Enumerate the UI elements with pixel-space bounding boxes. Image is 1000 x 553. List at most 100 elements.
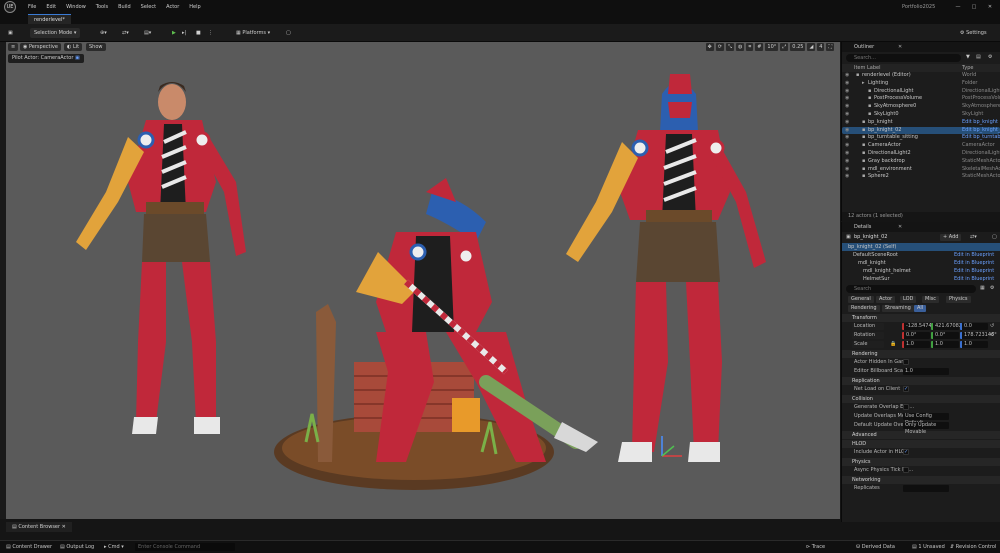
menu-build[interactable]: Build <box>118 0 131 14</box>
add-component-button[interactable]: + Add <box>940 234 962 241</box>
visibility-eye-icon[interactable]: ◉ <box>845 134 849 142</box>
step-icon[interactable]: ▸| <box>182 28 186 38</box>
actor-name[interactable]: bp_knight_02 <box>854 232 887 243</box>
menu-file[interactable]: File <box>28 0 36 14</box>
scale-snap-icon[interactable]: ⤢ <box>780 43 789 51</box>
console-command-input[interactable]: Enter Console Command <box>135 543 235 551</box>
filter-tab-rendering[interactable]: Rendering <box>848 305 880 312</box>
blueprint-options-icon[interactable]: ⇄▾ <box>970 232 977 243</box>
property-checkbox[interactable]: ✓ <box>903 386 909 392</box>
rotation-x-field[interactable]: 0.0° <box>902 332 930 339</box>
grid-snap-icon[interactable]: # <box>755 43 764 51</box>
edit-in-blueprint-link[interactable]: Edit in Blueprint <box>954 259 994 267</box>
cmd-dropdown[interactable]: ▸ Cmd ▾ <box>104 543 124 552</box>
location-x-field[interactable]: -128.5474000 <box>902 323 941 330</box>
location-z-field[interactable]: 0.0 <box>960 323 988 330</box>
add-actor-icon[interactable]: ⊕▾ <box>100 28 107 38</box>
outliner-row[interactable]: ◉ ▸ Lighting Folder <box>842 80 1000 88</box>
output-log-button[interactable]: ▤ Output Log <box>60 543 94 552</box>
close-icon[interactable]: ✕ <box>898 222 902 232</box>
visibility-eye-icon[interactable]: ◉ <box>845 127 849 135</box>
filter-tab-physics[interactable]: Physics <box>946 296 971 303</box>
reset-icon[interactable]: ↺ <box>990 322 994 331</box>
cinematics-icon[interactable]: ▤▾ <box>144 28 151 38</box>
move-tool-icon[interactable]: ✥ <box>705 43 714 51</box>
camera-speed-icon[interactable]: ◢ <box>807 43 816 51</box>
show-button[interactable]: Show <box>86 43 106 51</box>
menu-tools[interactable]: Tools <box>96 0 108 14</box>
viewport-menu-button[interactable]: ≡ <box>8 43 19 51</box>
content-browser-tab[interactable]: ▤ Content Browser ✕ <box>6 522 72 532</box>
section-header[interactable]: Collision <box>842 395 1000 403</box>
property-value-field[interactable] <box>903 485 949 492</box>
scale-y-field[interactable]: 1.0 <box>931 341 959 348</box>
close-icon[interactable]: ✕ <box>62 524 66 530</box>
minimize-button[interactable]: — <box>950 0 966 14</box>
content-drawer-button[interactable]: ▤ Content Drawer <box>6 543 52 552</box>
transform-section[interactable]: Transform <box>842 314 1000 322</box>
filter-tab-misc[interactable]: Misc <box>922 296 940 303</box>
stop-icon[interactable]: ■ <box>196 28 201 38</box>
property-value-field[interactable]: Use Config Default <box>903 413 949 426</box>
outliner-row[interactable]: ◉ ▪ SkyLight0 SkyLight <box>842 111 1000 119</box>
revision-control-button[interactable]: ⇵ Revision Control <box>950 543 996 552</box>
outliner-row[interactable]: ◉ ▪ renderlevel (Editor) World <box>842 72 1000 80</box>
derived-data-button[interactable]: ⛁ Derived Data <box>856 543 895 552</box>
unsaved-button[interactable]: ▤ 1 Unsaved <box>912 543 945 552</box>
menu-edit[interactable]: Edit <box>46 0 56 14</box>
edit-in-blueprint-link[interactable]: Edit in Blueprint <box>954 275 994 283</box>
play-icon[interactable]: ▶ <box>172 28 176 38</box>
level-tab[interactable]: renderlevel* <box>28 14 71 24</box>
item-label-header[interactable]: Item Label <box>854 64 880 72</box>
section-header[interactable]: Replication <box>842 377 1000 385</box>
visibility-eye-icon[interactable]: ◉ <box>845 103 849 111</box>
filter-tab-all[interactable]: All <box>914 305 927 312</box>
outliner-row[interactable]: ◉ ▪ Sphere2 StaticMeshActor <box>842 173 1000 181</box>
selection-mode-dropdown[interactable]: Selection Mode ▾ <box>30 28 81 38</box>
world-local-icon[interactable]: ◍ <box>736 43 745 51</box>
section-header[interactable]: Rendering <box>842 350 1000 358</box>
view-options-icon[interactable]: ▦ <box>980 285 985 291</box>
outliner-search-input[interactable]: Search... <box>846 54 961 62</box>
component-row[interactable]: mdl_knight Edit in Blueprint <box>842 259 1000 267</box>
menu-select[interactable]: Select <box>141 0 156 14</box>
platforms-dropdown[interactable]: ▦ Platforms ▾ <box>236 28 270 38</box>
section-header[interactable]: Physics <box>842 458 1000 466</box>
reset-icon[interactable]: ↺ <box>990 331 994 340</box>
settings-dropdown[interactable]: ⚙ Settings <box>960 28 987 38</box>
visibility-eye-icon[interactable]: ◉ <box>845 166 849 174</box>
visibility-eye-icon[interactable]: ◉ <box>845 80 849 88</box>
camera-icon[interactable]: ▣ <box>75 55 80 61</box>
scale-x-field[interactable]: 1.0 <box>902 341 930 348</box>
location-dropdown[interactable]: Location <box>852 323 884 330</box>
visibility-eye-icon[interactable]: ◉ <box>845 142 849 150</box>
filter-tab-lod[interactable]: LOD <box>900 296 917 303</box>
view-mode-button[interactable]: ◐ Lit <box>64 43 83 51</box>
rotation-z-field[interactable]: 178.723146° <box>960 332 997 339</box>
surface-snap-icon[interactable]: ⌗ <box>746 43 754 51</box>
lock-icon[interactable]: ▢ <box>992 232 997 243</box>
outliner-row-type[interactable]: Edit bp_turntable <box>962 134 1000 142</box>
visibility-eye-icon[interactable]: ◉ <box>845 150 849 158</box>
close-icon[interactable]: ✕ <box>898 42 902 52</box>
filter-tab-streaming[interactable]: Streaming <box>882 305 914 312</box>
outliner-row[interactable]: ◉ ▪ DirectionalLight2 DirectionalLight <box>842 150 1000 158</box>
settings-icon[interactable]: ⚙ <box>988 54 992 60</box>
scale-z-field[interactable]: 1.0 <box>960 341 988 348</box>
scale-dropdown[interactable]: Scale <box>852 341 884 348</box>
filter-tab-actor[interactable]: Actor <box>876 296 896 303</box>
scale-tool-icon[interactable]: ⤡ <box>725 43 734 51</box>
visibility-eye-icon[interactable]: ◉ <box>845 72 849 80</box>
property-value-field[interactable]: 1.0 <box>903 368 949 375</box>
outliner-row[interactable]: ◉ ▪bp_turntable_sitting Edit bp_turntable <box>842 134 1000 142</box>
menu-help[interactable]: Help <box>189 0 200 14</box>
filter-icon[interactable]: ▼ <box>966 54 970 60</box>
outliner-row[interactable]: ◉ ▪mdl_environment SkeletalMeshActor <box>842 166 1000 174</box>
property-checkbox[interactable] <box>903 467 909 473</box>
outliner-row[interactable]: ◉ ▪ Gray backdrop StaticMeshActor <box>842 158 1000 166</box>
outliner-row[interactable]: ◉ ▪ DirectionalLight DirectionalLight <box>842 88 1000 96</box>
menu-window[interactable]: Window <box>66 0 86 14</box>
outliner-row[interactable]: ◉ ▪ SkyAtmosphere0 SkyAtmosphere <box>842 103 1000 111</box>
settings-icon[interactable]: ⚙ <box>990 285 994 291</box>
outliner-row[interactable]: ◉▪PostProcessVolumePostProcessVolume <box>842 95 1000 103</box>
